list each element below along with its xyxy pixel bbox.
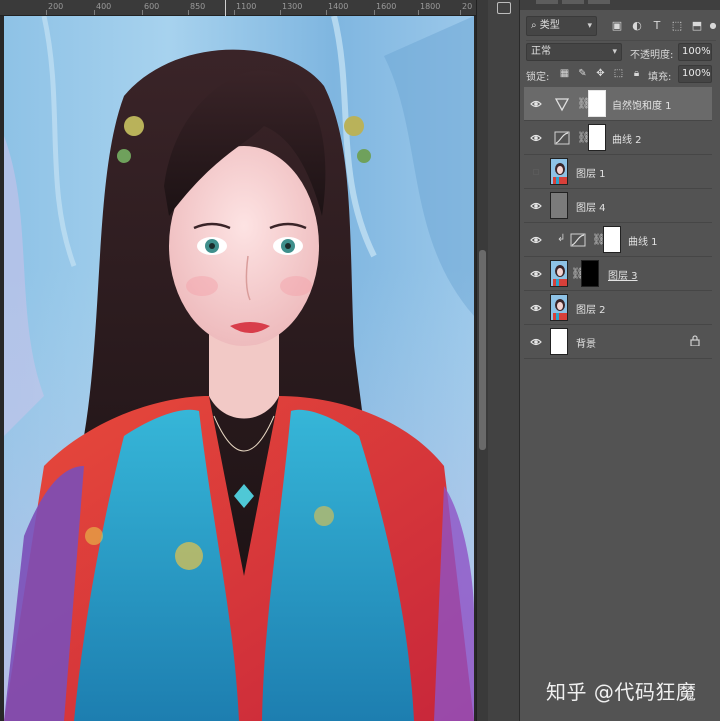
- layer-row[interactable]: 背景: [524, 325, 712, 359]
- layer-mask-thumbnail[interactable]: [588, 124, 606, 151]
- layer-thumbnail[interactable]: [550, 260, 568, 287]
- ruler-tick: 1400: [328, 2, 349, 11]
- filter-adjustment-icon[interactable]: ◐: [630, 19, 644, 33]
- layer-thumbnail[interactable]: [550, 294, 568, 321]
- layer-name[interactable]: 曲线 1: [628, 233, 658, 248]
- lock-transparent-icon[interactable]: ▦: [558, 67, 571, 80]
- layer-row[interactable]: 图层 2: [524, 291, 712, 325]
- layer-mask-thumbnail[interactable]: [588, 90, 606, 117]
- layer-thumbnail[interactable]: [550, 158, 568, 185]
- vertical-scrollbar[interactable]: [476, 0, 488, 721]
- layer-name[interactable]: 图层 3: [608, 267, 638, 282]
- layer-name[interactable]: 图层 4: [576, 199, 606, 214]
- portrait-thumbnail-icon: [551, 295, 567, 320]
- ruler-tick: 200: [48, 2, 64, 11]
- visibility-toggle[interactable]: [533, 169, 539, 175]
- fill-label: 填充:: [648, 72, 672, 83]
- layer-name[interactable]: 曲线 2: [612, 131, 642, 146]
- layer-name[interactable]: 背景: [576, 335, 596, 350]
- filter-kind-label: 类型: [539, 20, 560, 31]
- portrait-thumbnail-icon: [551, 261, 567, 286]
- curves-icon: [554, 131, 570, 145]
- eye-icon[interactable]: [530, 98, 542, 110]
- eye-icon[interactable]: [530, 234, 542, 246]
- portrait-thumbnail-icon: [551, 159, 567, 184]
- layer-name[interactable]: 图层 2: [576, 301, 606, 316]
- layer-name[interactable]: 自然饱和度 1: [612, 97, 672, 112]
- lock-pixels-icon[interactable]: ✎: [576, 67, 589, 80]
- lock-position-icon[interactable]: ✥: [594, 67, 607, 80]
- layer-row[interactable]: ⛓ 图层 3: [524, 257, 712, 291]
- blend-mode-select[interactable]: 正常 ▾: [526, 43, 622, 61]
- lock-all-icon[interactable]: 🔒︎: [630, 67, 643, 80]
- filter-toggle-icon[interactable]: ●: [706, 19, 720, 33]
- layer-thumbnail[interactable]: [550, 192, 568, 219]
- clipping-arrow-icon: ↲: [557, 233, 566, 244]
- opacity-field[interactable]: 100%: [678, 43, 712, 61]
- eye-icon[interactable]: [530, 302, 542, 314]
- opacity-label: 不透明度:: [630, 50, 674, 61]
- eye-icon[interactable]: [530, 336, 542, 348]
- blend-row: 正常 ▾ 不透明度: 100%: [526, 40, 716, 62]
- chevron-down-icon: ▾: [587, 21, 592, 31]
- layer-thumbnail[interactable]: [550, 328, 568, 355]
- panel-dock: [488, 0, 520, 721]
- layer-mask-thumbnail[interactable]: [603, 226, 621, 253]
- filter-kind-select[interactable]: ⌕ 类型 ▾: [526, 16, 597, 36]
- layer-row[interactable]: 图层 1: [524, 155, 712, 189]
- eye-icon[interactable]: [530, 268, 542, 280]
- horizontal-ruler: 200 400 600 850 1100 1300 1400 1600 1800…: [0, 0, 476, 16]
- mask-link-icon[interactable]: ⛓: [577, 130, 591, 146]
- ruler-tick: 850: [190, 2, 206, 11]
- layer-row[interactable]: 图层 4: [524, 189, 712, 223]
- ruler-tick: 1100: [236, 2, 257, 11]
- panel-tab-strip: [520, 0, 720, 10]
- layers-panel: ⌕ 类型 ▾ ▣ ◐ T ⬚ ⬒ ● 正常 ▾ 不透明度: 100% 锁定: ▦…: [520, 0, 720, 721]
- ruler-tick: 20: [462, 2, 473, 11]
- chevron-down-icon: ▾: [612, 47, 617, 57]
- curves-icon: [570, 233, 586, 247]
- ruler-tick: 1600: [376, 2, 397, 11]
- eye-icon[interactable]: [530, 132, 542, 144]
- panel-toggle-icon[interactable]: [497, 2, 511, 14]
- mask-link-icon[interactable]: ⛓: [577, 96, 591, 112]
- blend-mode-value: 正常: [531, 46, 551, 57]
- search-icon: ⌕: [531, 20, 540, 31]
- ruler-tick: 600: [144, 2, 160, 11]
- ruler-tick: 1300: [282, 2, 303, 11]
- ruler-tick: 1800: [420, 2, 441, 11]
- layer-row[interactable]: ⛓ 曲线 2: [524, 121, 712, 155]
- eye-icon[interactable]: [530, 200, 542, 212]
- layer-row[interactable]: ↲ ⛓ 曲线 1: [524, 223, 712, 257]
- artwork-image: [4, 16, 474, 721]
- panel-tab[interactable]: [588, 0, 610, 4]
- lock-artboard-icon[interactable]: ⬚: [612, 67, 625, 80]
- filter-pixel-icon[interactable]: ▣: [610, 19, 624, 33]
- ruler-cursor-marker: [225, 0, 226, 16]
- fill-field[interactable]: 100%: [678, 65, 712, 83]
- lock-label: 锁定:: [526, 72, 550, 83]
- watermark-text: 知乎 @代码狂魔: [546, 680, 697, 704]
- mask-link-icon[interactable]: ⛓: [592, 232, 606, 248]
- filter-type-icon[interactable]: T: [650, 19, 664, 33]
- scroll-thumb[interactable]: [479, 250, 486, 450]
- layer-list: ⛓ 自然饱和度 1 ⛓ 曲线 2 图层 1 图层 4 ↲ ⛓ 曲线 1 ⛓ 图层…: [524, 87, 712, 359]
- layer-mask-thumbnail[interactable]: [581, 260, 599, 287]
- layer-name[interactable]: 图层 1: [576, 165, 606, 180]
- lock-icon: [690, 335, 700, 346]
- canvas-area[interactable]: 200 400 600 850 1100 1300 1400 1600 1800…: [0, 0, 476, 721]
- panel-tab[interactable]: [562, 0, 584, 4]
- layer-filter-row: ⌕ 类型 ▾ ▣ ◐ T ⬚ ⬒ ●: [526, 16, 716, 38]
- panel-tab[interactable]: [536, 0, 558, 4]
- lock-row: 锁定: ▦ ✎ ✥ ⬚ 🔒︎ 填充: 100%: [526, 63, 716, 85]
- filter-shape-icon[interactable]: ⬚: [670, 19, 684, 33]
- mask-link-icon[interactable]: ⛓: [571, 266, 585, 282]
- ruler-tick: 400: [96, 2, 112, 11]
- vibrance-icon: [554, 98, 570, 112]
- layer-row[interactable]: ⛓ 自然饱和度 1: [524, 87, 712, 121]
- filter-smartobject-icon[interactable]: ⬒: [690, 19, 704, 33]
